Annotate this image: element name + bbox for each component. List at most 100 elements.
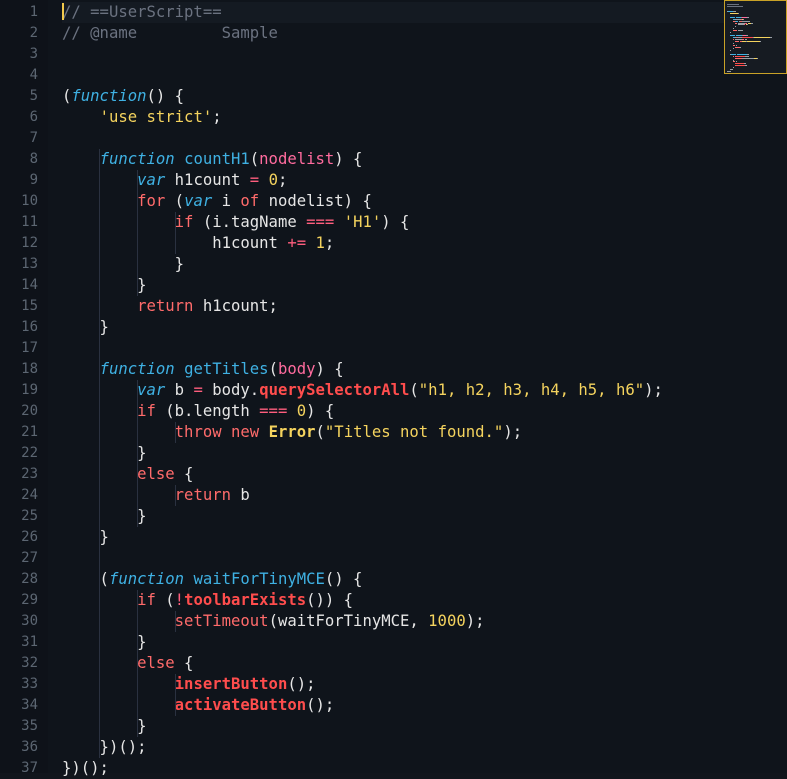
code-line[interactable]: } <box>62 527 109 548</box>
code-line[interactable]: (function waitForTinyMCE() { <box>62 569 363 590</box>
code-line[interactable]: if (!toolbarExists()) { <box>62 590 353 611</box>
code-line[interactable]: })(); <box>62 758 109 779</box>
minimap-token <box>735 46 740 48</box>
minimap-token <box>736 53 747 55</box>
line-number: 35 <box>21 718 38 734</box>
code-line[interactable]: return b <box>62 485 250 506</box>
code-line[interactable]: } <box>62 317 109 338</box>
minimap-token <box>737 29 744 31</box>
code-token: })(); <box>62 759 109 777</box>
code-area[interactable]: // ==UserScript==// @name Sample (functio… <box>62 0 787 777</box>
minimap-token <box>727 70 731 72</box>
code-token: (); <box>306 696 335 714</box>
code-line[interactable]: if (b.length === 0) { <box>62 401 334 422</box>
code-token: else <box>137 654 175 672</box>
code-token: function <box>99 360 175 378</box>
code-line[interactable]: } <box>62 443 146 464</box>
code-token: h1count; <box>193 297 278 315</box>
code-token: if <box>174 213 194 231</box>
code-token: ( <box>409 381 419 399</box>
code-line[interactable]: function getTitles(body) { <box>62 359 344 380</box>
code-token: b <box>231 486 250 504</box>
minimap-token <box>732 37 735 39</box>
indent-guide <box>175 674 176 716</box>
code-token: return <box>137 297 194 315</box>
code-line[interactable]: insertButton(); <box>62 674 316 695</box>
code-line[interactable]: function countH1(nodelist) { <box>62 149 363 170</box>
line-number: 17 <box>21 340 38 356</box>
minimap-token <box>743 18 744 20</box>
code-line[interactable]: for (var i of nodelist) { <box>62 191 372 212</box>
code-token: ; <box>212 108 222 126</box>
code-line[interactable]: } <box>62 632 146 653</box>
code-line[interactable]: (function() { <box>62 86 184 107</box>
code-line[interactable]: // ==UserScript== <box>62 2 787 23</box>
minimap-token <box>732 29 737 31</box>
code-token: ( <box>155 591 175 609</box>
code-token: new <box>231 423 260 441</box>
line-number: 18 <box>21 361 38 377</box>
code-line[interactable]: if (i.tagName === 'H1') { <box>62 212 410 233</box>
code-token: (); <box>287 675 316 693</box>
minimap-token <box>739 41 742 42</box>
minimap-token <box>737 22 746 24</box>
code-token: 1000 <box>428 612 466 630</box>
code-line[interactable]: else { <box>62 653 193 674</box>
minimap-token <box>770 37 772 39</box>
code-line[interactable]: var b = body.querySelectorAll("h1, h2, h… <box>62 380 663 401</box>
code-token: querySelectorAll <box>259 381 410 399</box>
minimap-token <box>746 24 748 26</box>
code-line[interactable]: } <box>62 275 147 296</box>
code-token: function <box>71 87 147 105</box>
code-editor[interactable]: 1 2 3 4 5 6 7 8 9 10 11 12 13 14 15 16 17 18 19 20 21 22 23 24 2… <box>0 0 787 777</box>
minimap-token <box>730 53 737 55</box>
minimap-token <box>736 55 746 57</box>
minimap-token <box>743 63 746 65</box>
code-token: ; <box>324 234 335 252</box>
code-line[interactable]: return h1count; <box>62 296 278 317</box>
indent-guide <box>175 212 176 254</box>
code-line[interactable]: })(); <box>62 737 147 758</box>
minimap[interactable] <box>724 0 787 74</box>
line-number: 12 <box>21 235 38 251</box>
code-token: ( <box>62 87 72 105</box>
code-line[interactable]: } <box>62 254 184 275</box>
line-number: 5 <box>29 88 38 104</box>
line-number: 6 <box>29 109 38 125</box>
code-line[interactable]: var h1count = 0; <box>62 170 287 191</box>
line-number: 16 <box>21 319 38 335</box>
code-token: } <box>62 318 109 336</box>
code-token: ( <box>249 150 260 168</box>
code-token: ()) { <box>306 591 354 609</box>
code-line[interactable]: } <box>62 506 146 527</box>
code-token: ( <box>165 192 185 210</box>
code-line[interactable]: activateButton(); <box>62 695 335 716</box>
code-token: })(); <box>62 738 147 756</box>
code-token: 'H1' <box>343 213 382 231</box>
code-line[interactable]: setTimeout(waitForTinyMCE, 1000); <box>62 611 485 632</box>
code-token: ); <box>644 381 663 399</box>
code-token: ) { <box>381 213 410 231</box>
code-line[interactable]: h1count += 1; <box>62 233 334 254</box>
code-line[interactable]: throw new Error("Titles not found."); <box>62 422 522 443</box>
code-line[interactable]: else { <box>62 464 193 485</box>
code-line[interactable]: 'use strict'; <box>62 107 222 128</box>
code-token: = <box>249 171 260 189</box>
minimap-token <box>729 31 731 33</box>
line-number-gutter: 1 2 3 4 5 6 7 8 9 10 11 12 13 14 15 16 17 18 19 20 21 22 23 24 2… <box>0 0 48 776</box>
minimap-token <box>733 11 737 13</box>
code-line[interactable]: } <box>62 716 146 737</box>
code-token: } <box>62 276 147 294</box>
line-number: 24 <box>21 487 38 503</box>
minimap-token <box>735 26 737 28</box>
code-line[interactable]: // @name Sample <box>62 23 278 44</box>
code-token: 0 <box>268 171 278 189</box>
